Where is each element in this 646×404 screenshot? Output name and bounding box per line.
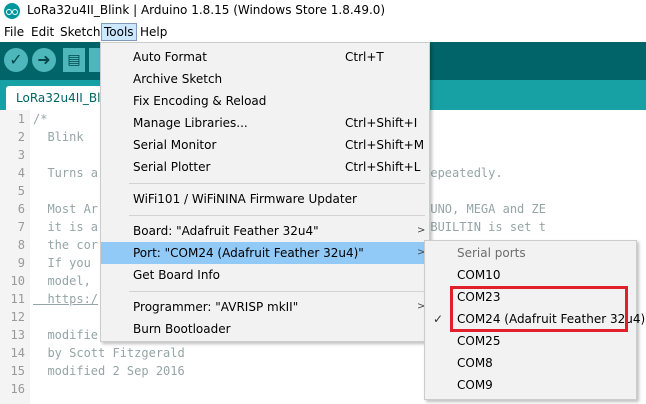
verify-check-icon[interactable]: ✓	[4, 48, 28, 72]
port-item[interactable]: COM10	[425, 265, 636, 286]
annotation-highlight-box	[450, 286, 628, 332]
port-item[interactable]: COM8	[425, 353, 636, 374]
tab-sketch[interactable]: LoRa32u4II_Blink	[6, 86, 102, 110]
menu-archive-sketch[interactable]: Archive Sketch	[101, 68, 429, 90]
menu-fix-encoding[interactable]: Fix Encoding & Reload	[101, 90, 429, 112]
menu-edit[interactable]: Edit	[29, 24, 56, 40]
menu-serial-plotter[interactable]: Serial Plotter Ctrl+Shift+L	[101, 156, 429, 178]
menu-board[interactable]: Board: "Adafruit Feather 32u4" >	[101, 220, 429, 242]
menu-tools[interactable]: Tools	[101, 23, 137, 41]
menu-auto-format[interactable]: Auto Format Ctrl+T	[101, 46, 429, 68]
menu-bar: File Edit Sketch Tools Help	[0, 22, 646, 42]
new-file-icon[interactable]: ▤	[63, 48, 85, 72]
menu-file[interactable]: File	[2, 24, 26, 40]
port-item[interactable]: COM9	[425, 375, 636, 396]
port-item[interactable]: COM25	[425, 331, 636, 352]
menu-sketch[interactable]: Sketch	[58, 24, 102, 40]
menu-separator	[129, 215, 425, 216]
menu-serial-monitor[interactable]: Serial Monitor Ctrl+Shift+M	[101, 134, 429, 156]
menu-port[interactable]: Port: "COM24 (Adafruit Feather 32u4)" >	[101, 242, 429, 264]
chevron-right-icon: >	[417, 225, 426, 236]
menu-burn-bootloader[interactable]: Burn Bootloader	[101, 318, 429, 340]
tools-dropdown-menu: Auto Format Ctrl+T Archive Sketch Fix Enc…	[100, 42, 430, 342]
menu-manage-libraries[interactable]: Manage Libraries... Ctrl+Shift+I	[101, 112, 429, 134]
menu-programmer[interactable]: Programmer: "AVRISP mkII" >	[101, 296, 429, 318]
menu-get-board-info[interactable]: Get Board Info	[101, 264, 429, 286]
menu-help[interactable]: Help	[138, 24, 169, 40]
menu-separator	[129, 291, 425, 292]
menu-separator	[129, 183, 425, 184]
arduino-logo-icon	[4, 3, 20, 19]
menu-wifi-updater[interactable]: WiFi101 / WiFiNINA Firmware Updater	[101, 188, 429, 210]
checkmark-icon: ✓	[433, 312, 444, 326]
window-title: LoRa32u4II_Blink | Arduino 1.8.15 (Windo…	[27, 3, 386, 17]
upload-arrow-icon[interactable]: ➜	[32, 48, 56, 72]
title-bar: LoRa32u4II_Blink | Arduino 1.8.15 (Windo…	[0, 0, 646, 22]
open-file-icon[interactable]	[89, 48, 100, 72]
submenu-header: Serial ports	[457, 246, 526, 260]
